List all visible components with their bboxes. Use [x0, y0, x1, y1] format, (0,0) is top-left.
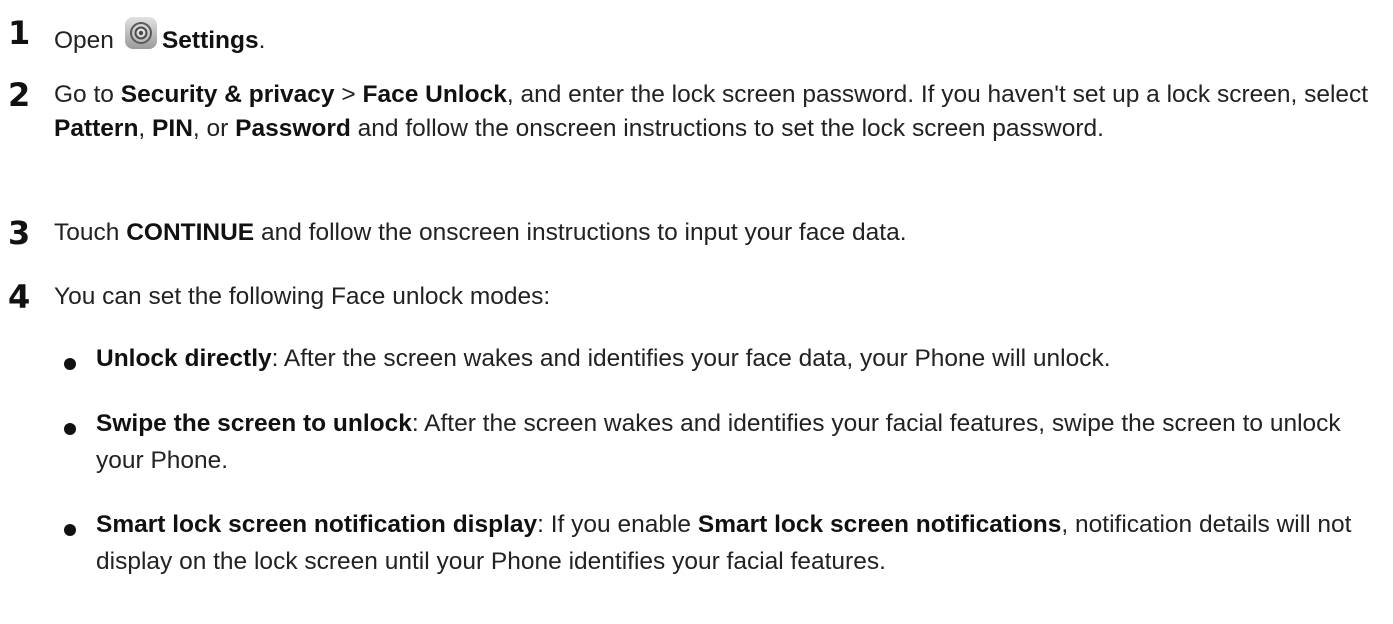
punctuation: .: [258, 27, 266, 54]
step-text: You can set the following Face unlock mo…: [54, 283, 551, 310]
text-segment: , or: [192, 115, 229, 142]
step-number: 4: [8, 278, 31, 316]
text-segment: and follow the onscreen instructions to …: [260, 219, 907, 246]
punctuation: ,: [138, 115, 146, 142]
text-segment: , and enter the lock screen password. If…: [506, 81, 1369, 108]
mode-text: Swipe the screen to unlock: After the sc…: [96, 405, 1381, 479]
open-label: Open: [54, 27, 114, 54]
text-segment: and follow the onscreen instructions to …: [357, 115, 1104, 142]
bullet-icon: [64, 524, 76, 536]
bullet-icon: [64, 423, 76, 435]
instructions-document: 1 Open Settings. 2 Go to Security & priv…: [0, 0, 1393, 624]
step-text: Go to Security & privacy > Face Unlock, …: [54, 78, 1379, 146]
option-pin: PIN: [152, 115, 193, 142]
text-segment: Touch: [54, 219, 120, 246]
mode-description: : After the screen wakes and identifies …: [271, 345, 1111, 372]
continue-label: CONTINUE: [126, 219, 255, 246]
mode-text: Smart lock screen notification display: …: [96, 506, 1381, 580]
step-number: 1: [8, 14, 31, 52]
option-password: Password: [235, 115, 351, 142]
menu-path-security-privacy: Security & privacy: [120, 81, 335, 108]
option-pattern: Pattern: [54, 115, 139, 142]
mode-title: Swipe the screen to unlock: [96, 410, 412, 437]
settings-gear-icon: [124, 17, 157, 49]
step-text: Touch CONTINUE and follow the onscreen i…: [54, 216, 1379, 250]
mode-title: Smart lock screen notification display: [96, 511, 538, 538]
mode-description: : If you enable: [537, 511, 692, 538]
smart-notifications-setting: Smart lock screen notifications: [697, 511, 1062, 538]
menu-path-face-unlock: Face Unlock: [362, 81, 507, 108]
mode-text: Unlock directly: After the screen wakes …: [96, 340, 1381, 377]
text-segment: Go to: [54, 81, 114, 108]
settings-label: Settings: [161, 27, 259, 54]
step-text: Open Settings.: [54, 16, 1379, 58]
path-separator: >: [334, 81, 363, 108]
mode-title: Unlock directly: [96, 345, 272, 372]
bullet-icon: [64, 358, 76, 370]
step-number: 3: [8, 214, 31, 252]
step-number: 2: [8, 76, 31, 114]
